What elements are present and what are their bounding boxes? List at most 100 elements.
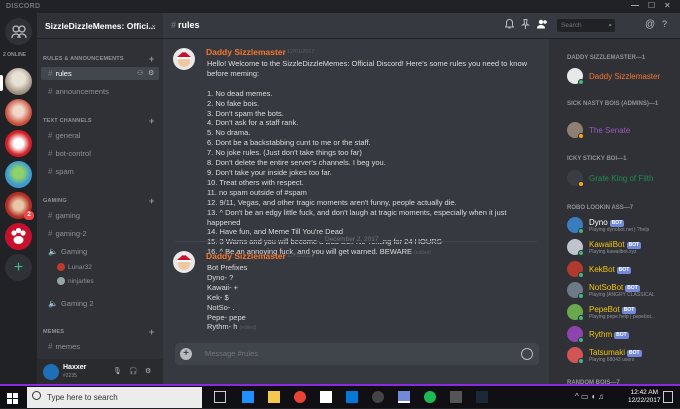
message-input[interactable]: Message #rules	[205, 349, 258, 358]
channel-rules[interactable]: # rules ⚇ ⚙	[41, 67, 159, 80]
bot-tag: BOT	[626, 242, 642, 249]
settings-gear-icon[interactable]: ⚙	[145, 367, 151, 375]
message-composer[interactable]: + Message #rules	[175, 343, 539, 365]
task-view-icon[interactable]	[214, 391, 226, 403]
emoji-icon[interactable]	[521, 348, 533, 360]
upload-plus-icon[interactable]: +	[180, 348, 192, 360]
file-explorer-icon[interactable]	[268, 391, 280, 403]
maximize-button[interactable]: ☐	[648, 1, 655, 10]
taskbar-search[interactable]: Type here to search	[27, 387, 202, 408]
role-header: DADDY SIZZLEMASTER—1	[567, 55, 646, 61]
search-icon: ⌕	[608, 22, 612, 29]
hash-icon: #	[48, 211, 53, 220]
add-channel-icon[interactable]: +	[149, 196, 154, 206]
spotify-icon[interactable]	[424, 391, 436, 403]
status-dot	[578, 79, 584, 85]
member-item[interactable]: Grate King of Filth	[567, 169, 677, 187]
member-item[interactable]: PepeBot BOT Playing pepe help | pepebot..…	[567, 303, 677, 321]
home-button[interactable]	[5, 18, 32, 45]
tray-icons[interactable]: ^ ▭ ◖ ♫	[575, 392, 604, 401]
status-dot	[578, 315, 584, 321]
deafen-icon[interactable]: 🎧	[129, 367, 138, 375]
edge-icon[interactable]	[242, 391, 254, 403]
chrome-icon[interactable]	[294, 391, 306, 403]
members-icon[interactable]	[537, 19, 548, 31]
windows-start-icon[interactable]	[7, 391, 18, 404]
voice-member[interactable]: Lunar32	[57, 263, 92, 272]
member-name: Dyno BOT	[589, 218, 625, 227]
status-dot	[578, 228, 584, 234]
member-activity: Playing 68043 users	[589, 357, 635, 363]
avatar[interactable]	[173, 48, 195, 70]
discord-taskbar-icon[interactable]	[398, 391, 410, 403]
channel-gaming-2[interactable]: # gaming-2	[41, 227, 159, 240]
role-header: ROBO LOOKIN ASS—7	[567, 205, 634, 211]
member-item[interactable]: Tatsumaki BOT Playing 68043 users	[567, 346, 677, 364]
status-dot	[578, 181, 584, 187]
category-memes[interactable]: MEMES +	[43, 327, 154, 337]
voice-channel-gaming[interactable]: 🔈 Gaming	[41, 245, 159, 258]
notifications-icon[interactable]	[663, 391, 673, 403]
category-gaming[interactable]: GAMING +	[43, 196, 154, 206]
invite-icon[interactable]: ⚇	[137, 67, 143, 80]
member-item[interactable]: KawaiiBot BOT Playing kawaiibot.xyz	[567, 238, 677, 256]
add-server-button[interactable]: +	[5, 254, 32, 281]
voice-channel-gaming-2[interactable]: 🔈 Gaming 2	[41, 297, 159, 310]
channel-general[interactable]: # general	[41, 129, 159, 142]
cortana-icon	[32, 391, 41, 400]
chevron-down-icon: ⌄	[150, 20, 157, 29]
member-item[interactable]: KekBot BOT	[567, 260, 677, 278]
server-icon-6[interactable]	[5, 223, 32, 250]
bot-tag: BOT	[616, 267, 632, 274]
app-icon[interactable]	[372, 391, 384, 403]
category-text-channels[interactable]: TEXT CHANNELS +	[43, 116, 154, 126]
help-icon[interactable]: ?	[662, 19, 667, 29]
app-icon[interactable]	[450, 391, 462, 403]
bell-icon[interactable]	[504, 18, 515, 31]
hash-icon: #	[48, 69, 53, 78]
gear-icon[interactable]: ⚙	[148, 67, 154, 80]
mute-icon[interactable]: 🎙	[113, 367, 122, 375]
edited-label: (edited)	[239, 325, 257, 332]
server-icon-sizzledizzle[interactable]	[5, 68, 32, 95]
channel-memes[interactable]: # memes	[41, 340, 159, 353]
member-item[interactable]: NotSoBot BOT Playing [ANGRY CLASSICAL	[567, 281, 677, 299]
mention-icon[interactable]: @	[645, 19, 655, 30]
search-input[interactable]: Search ⌕	[557, 19, 615, 32]
category-rules[interactable]: RULES & ANNOUNCEMENTS +	[43, 54, 154, 64]
message-author[interactable]: Daddy Sizzlemaster	[206, 251, 286, 261]
server-icon-3[interactable]	[5, 130, 32, 157]
bot-tag: BOT	[621, 307, 637, 314]
avatar[interactable]	[43, 364, 59, 380]
bot-tag: BOT	[609, 220, 625, 227]
server-header[interactable]: SizzleDizzleMemes: Offici... ⌄	[37, 13, 163, 39]
amazon-icon[interactable]	[320, 391, 332, 403]
minimize-button[interactable]: —	[631, 1, 639, 10]
add-channel-icon[interactable]: +	[149, 54, 154, 64]
avatar[interactable]	[173, 251, 195, 273]
close-button[interactable]: ✕	[664, 1, 671, 10]
add-channel-icon[interactable]: +	[149, 327, 154, 337]
server-icon-5[interactable]: 2	[5, 192, 34, 220]
store-icon[interactable]	[346, 391, 358, 403]
member-item[interactable]: The Senate	[567, 121, 677, 139]
server-icon-4[interactable]	[5, 161, 32, 188]
member-item[interactable]: Daddy Sizzlemaster	[567, 67, 677, 85]
channel-gaming[interactable]: # gaming	[41, 209, 159, 222]
pin-icon[interactable]	[521, 19, 530, 31]
channel-announcements[interactable]: # announcements	[41, 85, 159, 98]
server-icon-2[interactable]	[5, 99, 32, 126]
add-channel-icon[interactable]: +	[149, 116, 154, 126]
steam-icon[interactable]	[476, 391, 488, 403]
channel-spam[interactable]: # spam	[41, 165, 159, 178]
hash-icon: #	[48, 149, 53, 158]
clock[interactable]: 12:42 AM 12/22/2017	[628, 389, 661, 405]
message-author[interactable]: Daddy Sizzlemaster	[206, 47, 286, 57]
member-name: Grate King of Filth	[589, 174, 654, 183]
member-name: Tatsumaki BOT	[589, 348, 642, 357]
member-item[interactable]: Dyno BOT Playing dynobot.net | ?help	[567, 216, 677, 234]
member-item[interactable]: Rythm BOT	[567, 325, 677, 343]
voice-member[interactable]: ninjarlles	[57, 277, 94, 286]
message-timestamp: 12/02/2017	[287, 253, 315, 259]
channel-bot-control[interactable]: # bot-control	[41, 147, 159, 160]
